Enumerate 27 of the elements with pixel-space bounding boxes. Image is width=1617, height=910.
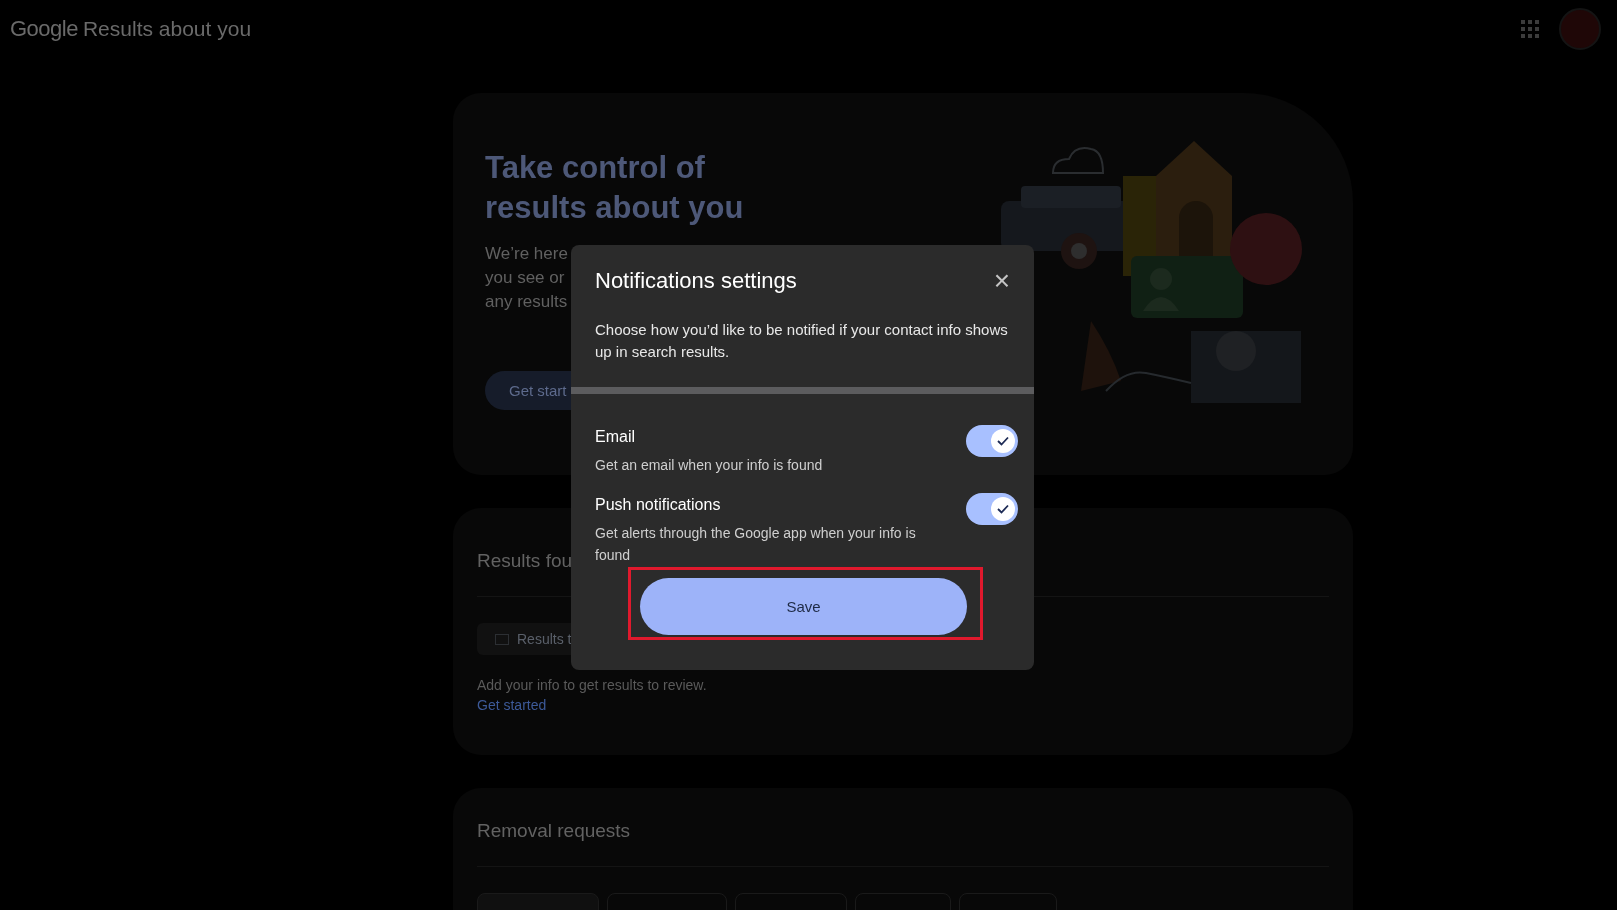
google-logo[interactable]: Google: [10, 16, 78, 42]
get-started-button[interactable]: Get start: [485, 371, 571, 410]
apps-grid-icon[interactable]: [1521, 20, 1539, 38]
close-button[interactable]: ×: [986, 265, 1018, 297]
check-icon: [997, 436, 1009, 446]
hero-text: you see or: [485, 267, 565, 289]
get-started-link[interactable]: Get started: [477, 697, 547, 713]
save-button[interactable]: Save: [640, 578, 967, 635]
option-label: Push notifications: [595, 496, 722, 514]
dialog-title: Notifications settings: [595, 268, 797, 294]
avatar[interactable]: [1559, 8, 1601, 50]
results-tab[interactable]: Results t: [477, 623, 572, 655]
option-description: Get an email when your info is found: [595, 456, 824, 475]
list-icon: [495, 633, 509, 645]
check-icon: [997, 504, 1009, 514]
hero-text: We’re here: [485, 243, 568, 265]
product-name: Results about you: [82, 17, 252, 41]
section-title: Results fou: [477, 550, 573, 572]
hero-text: any results: [485, 291, 568, 313]
option-description: Get alerts through the Google app when your info is found: [595, 524, 917, 565]
toggle-switch[interactable]: [966, 425, 1018, 457]
hero-title: Take control of results about you: [485, 149, 745, 227]
toggle-switch[interactable]: [966, 493, 1018, 525]
dialog-description: Choose how you’d like to be notified if your contact info shows up in search results.: [595, 320, 1009, 362]
empty-message: Add your info to get results to review.: [477, 677, 707, 693]
section-title: Removal requests: [477, 820, 632, 842]
option-label: Email: [595, 428, 636, 446]
